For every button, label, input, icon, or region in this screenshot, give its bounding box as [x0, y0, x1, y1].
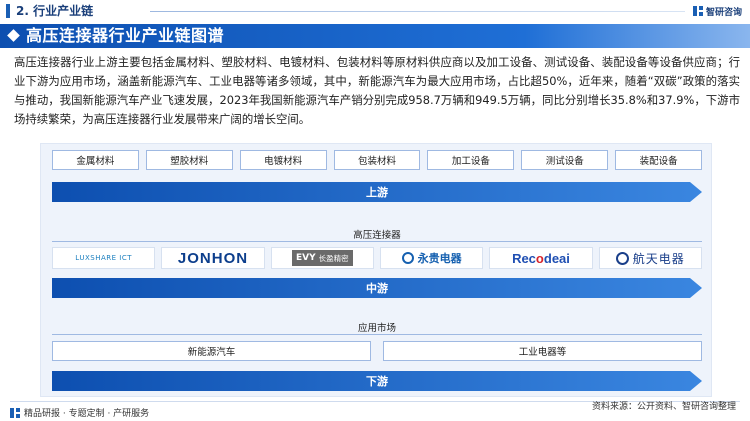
upstream-item-plastic: 塑胶材料	[145, 150, 233, 170]
upstream-label: 上游	[366, 186, 388, 199]
upstream-items: 金属材料 塑胶材料 电镀材料 包装材料 加工设备 测试设备 装配设备	[52, 150, 703, 170]
upstream-arrow: 上游	[52, 182, 702, 202]
yonggui-mark-icon	[401, 252, 414, 264]
upstream-item-metal: 金属材料	[52, 150, 139, 170]
logo-yonggui: 永贵电器	[379, 247, 484, 269]
page-title: 高压连接器行业产业链图谱	[26, 26, 225, 45]
downstream-label: 下游	[366, 375, 388, 388]
upstream-item-testing-equipment: 测试设备	[521, 150, 609, 170]
footer-tagline-text: 精品研报 · 专题定制 · 产研服务	[24, 409, 150, 419]
logo-evy: EVY 长盈精密	[270, 247, 374, 269]
upstream-item-assembly-equipment: 装配设备	[615, 150, 703, 170]
downstream-sublabel: 应用市场	[357, 323, 396, 334]
midstream-divider	[52, 241, 702, 242]
header-divider	[150, 11, 685, 12]
upstream-item-packaging: 包装材料	[333, 150, 421, 170]
intro-paragraph: 高压连接器行业上游主要包括金属材料、塑胶材料、电镀材料、包装材料等原材料供应商以…	[14, 55, 740, 126]
logo-hangtian: 航天电器	[598, 247, 702, 269]
report-icon	[10, 407, 20, 418]
midstream-label: 中游	[366, 282, 388, 295]
title-banner: 高压连接器行业产业链图谱	[0, 24, 750, 48]
source-note: 资料来源：公开资料、智研咨询整理	[591, 402, 736, 412]
footer-tagline: 精品研报 · 专题定制 · 产研服务	[10, 406, 149, 419]
brand: 智研咨询	[692, 4, 742, 18]
downstream-divider	[52, 334, 702, 335]
diamond-icon	[7, 29, 20, 42]
midstream-company-logos: LUXSHARE ICT JONHON EVY 长盈精密 永贵电器 Recode…	[52, 247, 702, 269]
hangtian-mark-icon	[615, 251, 629, 265]
section-title: 2. 行业产业链	[16, 4, 94, 18]
downstream-items: 新能源汽车 工业电器等	[52, 341, 702, 361]
brand-logo-icon	[692, 6, 703, 16]
logo-luxshare: LUXSHARE ICT	[52, 247, 156, 269]
downstream-item-nev: 新能源汽车	[52, 341, 371, 361]
logo-recodeal: Recodeai	[489, 247, 593, 269]
upstream-item-processing-equipment: 加工设备	[427, 150, 515, 170]
brand-name: 智研咨询	[705, 7, 742, 18]
midstream-arrow: 中游	[52, 278, 702, 298]
downstream-arrow: 下游	[52, 371, 702, 391]
top-strip: 2. 行业产业链 智研咨询	[0, 0, 750, 22]
midstream-sublabel: 高压连接器	[353, 230, 401, 241]
section-marker	[6, 4, 10, 18]
upstream-item-plating: 电镀材料	[239, 150, 327, 170]
logo-jonhon: JONHON	[161, 247, 265, 269]
downstream-item-industrial: 工业电器等	[383, 341, 702, 361]
